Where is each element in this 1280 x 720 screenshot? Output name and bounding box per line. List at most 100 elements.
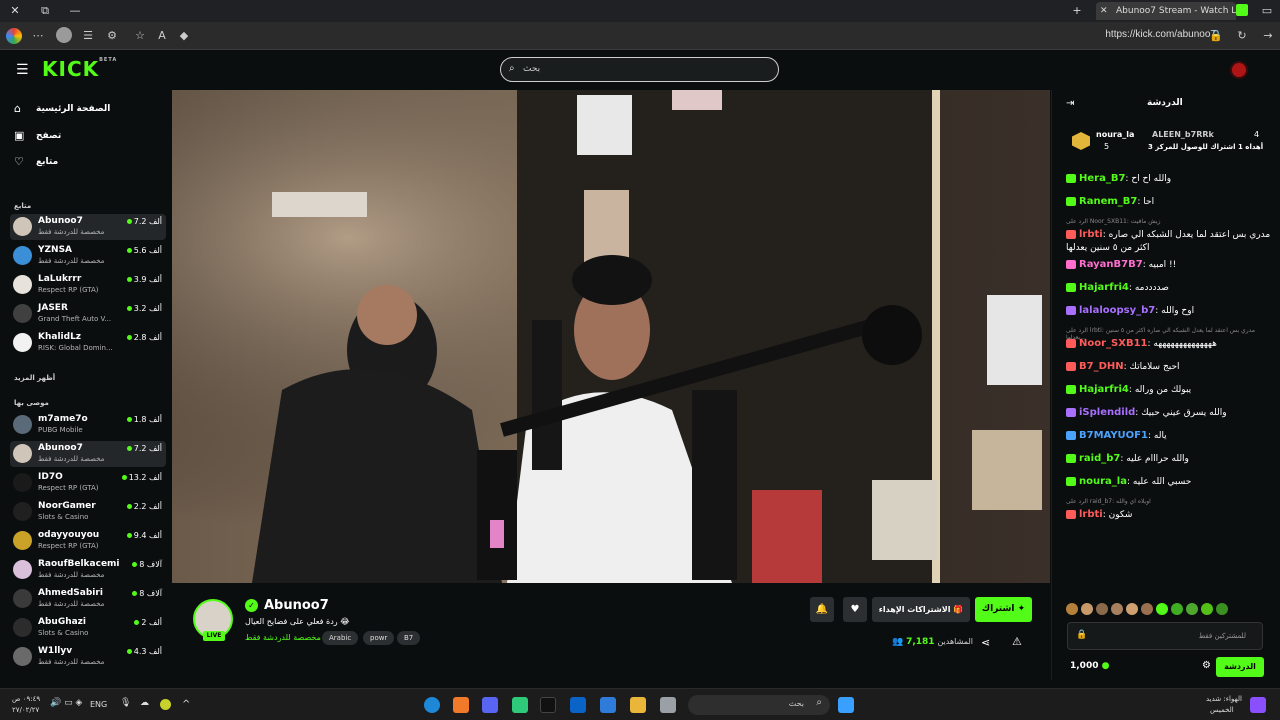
emote-icon[interactable] — [1141, 603, 1153, 615]
chevron-up-icon[interactable]: ^ — [182, 699, 190, 710]
favorites-icon[interactable]: ☰ — [80, 28, 96, 44]
follow-heart-button[interactable]: ♥ — [843, 597, 867, 622]
discord-icon[interactable] — [482, 697, 498, 713]
notification-bell-button[interactable]: 🔔 — [810, 597, 834, 622]
outlook-icon[interactable] — [570, 697, 586, 713]
sidebar-channel[interactable]: YZNSA مخصصة للدردشة فقط 5.6 ألف — [10, 243, 166, 269]
hamburger-menu-icon[interactable]: ☰ — [16, 62, 29, 78]
gift-subs-button[interactable]: الاشتراكات الإهداء 🎁 — [872, 597, 970, 622]
browser-tab[interactable]: ✕ Abunoo7 Stream - Watch Li — [1096, 2, 1236, 20]
file-explorer-icon[interactable] — [630, 697, 646, 713]
minimize-icon[interactable]: — — [66, 3, 84, 19]
chat-settings-icon[interactable]: ⚙ — [1202, 660, 1211, 671]
kick-logo[interactable]: KICKBETA — [42, 57, 117, 81]
profile-icon[interactable] — [56, 27, 72, 43]
stream-category[interactable]: مخصصة للدردشة فقط — [245, 633, 321, 642]
report-icon[interactable]: ⚠ — [1012, 635, 1022, 648]
mic-icon[interactable]: 🎙 — [120, 698, 131, 708]
illustrator-icon[interactable] — [453, 697, 469, 713]
sidebar-channel[interactable]: AhmedSabiri مخصصة للدردشة فقط 8 آلاف — [10, 586, 166, 612]
emote-icon[interactable] — [1111, 603, 1123, 615]
sidebar-channel[interactable]: odayyouyou Respect RP (GTA) 9.4 ألف — [10, 528, 166, 554]
extensions-icon[interactable]: ⚙ — [104, 28, 120, 44]
close-tab-icon[interactable]: ✕ — [1100, 2, 1108, 20]
chat-username[interactable]: Noor_SXB11 — [1079, 338, 1148, 349]
chat-username[interactable]: Hajarfri4 — [1079, 282, 1129, 293]
streamer-name[interactable]: Abunoo7 — [264, 598, 329, 613]
show-more-link[interactable]: أظهر المزيد — [14, 374, 55, 382]
chat-username[interactable]: lalaloopsy_b7 — [1079, 305, 1155, 316]
chat-username[interactable]: RayanB7B7 — [1079, 259, 1143, 270]
volume-icon[interactable]: 🔊 ▭ ◈ — [50, 698, 82, 708]
emote-icon[interactable] — [1186, 603, 1198, 615]
subscribe-button[interactable]: اشتراك ✦ — [975, 597, 1032, 622]
tiktok-icon[interactable] — [540, 697, 556, 713]
tag-icon[interactable]: ◆ — [176, 28, 192, 44]
search-input[interactable]: ⌕ بحث — [500, 57, 779, 82]
start-icon[interactable] — [838, 697, 854, 713]
new-tab-icon[interactable]: + — [1068, 3, 1086, 19]
url-text[interactable]: https://kick.com/abunoo7 — [1105, 29, 1216, 40]
user-avatar[interactable] — [1230, 61, 1248, 79]
clock-time[interactable]: ٠٩:٤٩ ص — [12, 695, 40, 703]
emote-icon[interactable] — [1216, 603, 1228, 615]
chat-username[interactable]: noura_la — [1079, 476, 1127, 487]
chat-username[interactable]: iSplendild — [1079, 407, 1135, 418]
tab-actions-icon[interactable]: ⧉ — [36, 3, 54, 19]
sidebar-channel[interactable]: W1llyv مخصصة للدردشة فقط 4.3 ألف — [10, 644, 166, 670]
chat-username[interactable]: Hajarfri4 — [1079, 384, 1129, 395]
window-tabs-icon[interactable]: ▭ — [1258, 3, 1276, 19]
tag-arabic[interactable]: Arabic — [322, 631, 359, 645]
sidebar-channel[interactable]: m7ame7o PUBG Mobile 1.8 ألف — [10, 412, 166, 438]
chat-username[interactable]: Hera_B7 — [1079, 173, 1125, 184]
store-icon[interactable] — [600, 697, 616, 713]
back-icon[interactable]: → — [1260, 28, 1276, 44]
sidebar-channel[interactable]: ID7O Respect RP (GTA) 13.2 ألف — [10, 470, 166, 496]
sidebar-nav-following[interactable]: ♡ متابع — [14, 153, 164, 173]
sidebar-nav-home[interactable]: ⌂ الصفحة الرئيسية — [14, 100, 164, 120]
leaderboard-user-b[interactable]: ALEEN_b7RRk — [1152, 130, 1214, 139]
sidebar-channel[interactable]: Abunoo7 مخصصة للدردشة فقط 7.2 ألف — [10, 441, 166, 467]
collapse-chat-icon[interactable]: ⇥ — [1066, 98, 1074, 109]
app-icon[interactable] — [512, 697, 528, 713]
channel-points[interactable]: 1,000 ● — [1070, 661, 1109, 671]
sidebar-channel[interactable]: RaoufBelkacemi مخصصة للدردشة فقط 8 آلاف — [10, 557, 166, 583]
taskbar-search[interactable]: بحث ⌕ — [688, 695, 830, 715]
chat-username[interactable]: lrbti — [1079, 229, 1103, 240]
chat-input[interactable]: 🔒 للمشتركين فقط — [1067, 622, 1263, 650]
chat-username[interactable]: raid_b7 — [1079, 453, 1120, 464]
read-aloud-icon[interactable]: A — [154, 28, 170, 44]
chat-send-button[interactable]: الدردشة — [1216, 657, 1264, 677]
emote-icon[interactable] — [1066, 603, 1078, 615]
sidebar-channel[interactable]: KhalidLz RISK: Global Domin... 2.8 ألف — [10, 330, 166, 356]
emote-icon[interactable] — [1201, 603, 1213, 615]
sidebar-channel[interactable]: AbuGhazi Slots & Casino 2 ألف — [10, 615, 166, 641]
chat-username[interactable]: B7_DHN — [1079, 361, 1124, 372]
tag-powr[interactable]: powr — [363, 631, 395, 645]
leaderboard-user-a[interactable]: noura_la — [1096, 130, 1134, 139]
tag-b7[interactable]: B7 — [397, 631, 421, 645]
sidebar-channel[interactable]: LaLukrrr Respect RP (GTA) 3.9 ألف — [10, 272, 166, 298]
language-indicator[interactable]: ENG — [90, 700, 107, 709]
emote-icon[interactable] — [1171, 603, 1183, 615]
sidebar-channel[interactable]: JASER Grand Theft Auto V... 3.2 ألف — [10, 301, 166, 327]
menu-dots-icon[interactable]: ⋯ — [30, 28, 46, 44]
star-icon[interactable]: ☆ — [132, 28, 148, 44]
video-player[interactable] — [172, 90, 1050, 583]
cloud-icon[interactable]: ☁ — [140, 698, 149, 708]
chat-username[interactable]: B7MAYUOF1 — [1079, 430, 1148, 441]
emote-icon[interactable] — [1096, 603, 1108, 615]
clock-date[interactable]: ٢٧/٠٢/٢٧ — [12, 706, 39, 714]
chat-username[interactable]: Ranem_B7 — [1079, 196, 1137, 207]
taskview-icon[interactable] — [660, 697, 676, 713]
share-icon[interactable]: ⋖ — [981, 636, 990, 649]
emote-icon[interactable] — [1081, 603, 1093, 615]
refresh-icon[interactable]: ↻ — [1234, 28, 1250, 44]
close-window-icon[interactable]: ✕ — [6, 3, 24, 19]
chat-username[interactable]: lrbti — [1079, 509, 1103, 520]
edge-icon[interactable] — [424, 697, 440, 713]
sidebar-channel[interactable]: NoorGamer Slots & Casino 2.2 ألف — [10, 499, 166, 525]
tray-app-icon[interactable] — [160, 699, 171, 710]
sidebar-channel[interactable]: Abunoo7 مخصصة للدردشة فقط 7.2 ألف — [10, 214, 166, 240]
sidebar-nav-browse[interactable]: ▣ تصفح — [14, 127, 164, 147]
